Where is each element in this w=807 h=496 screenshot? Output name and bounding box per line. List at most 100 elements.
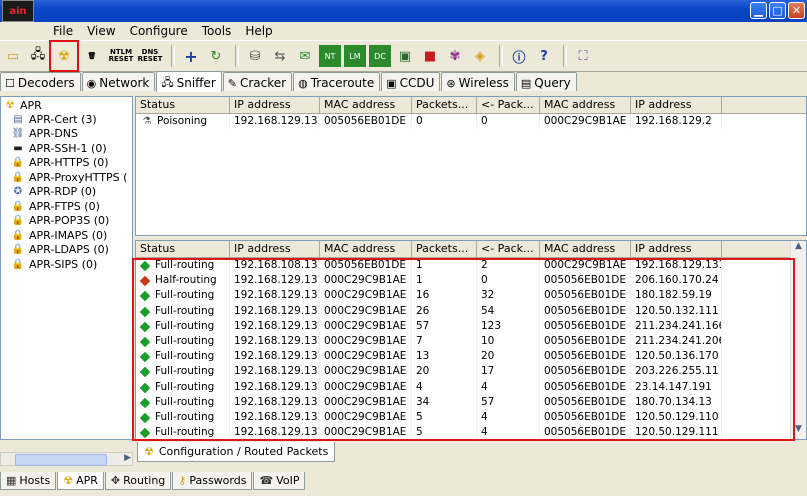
wireless-tool-icon[interactable]: ✾ xyxy=(444,45,466,67)
tab-sniffer[interactable]: 🖧 Sniffer xyxy=(156,71,222,92)
tab-traceroute[interactable]: ◍ Traceroute xyxy=(293,72,381,91)
tab-voip[interactable]: ☎ VoIP xyxy=(253,472,306,490)
col-packets-out[interactable]: Packets... xyxy=(412,97,477,113)
tab-configuration-routed-packets[interactable]: ☢ Configuration / Routed Packets xyxy=(137,442,335,462)
close-button[interactable]: ✕ xyxy=(788,2,805,19)
table-row[interactable]: Full-routing 192.168.129.131 000C29C9B1AE 4… xyxy=(136,379,806,395)
app-icon[interactable]: ain xyxy=(2,0,34,22)
routing-vertical-scrollbar[interactable]: ▲ ▼ xyxy=(790,241,806,439)
col-ip-address[interactable]: IP address xyxy=(230,241,320,257)
table-row[interactable]: Full-routing 192.168.129.131 000C29C9B1AE 5… xyxy=(136,318,806,334)
menu-configure[interactable]: Configure xyxy=(123,22,195,40)
tab-passwords[interactable]: ⚷ Passwords xyxy=(172,472,253,490)
table-row[interactable]: ⚗ Poisoning 192.168.129.131 005056EB01DE … xyxy=(136,114,806,130)
tree-item-apr-pop3s[interactable]: 🔒 APR-POP3S (0) xyxy=(1,214,132,229)
hash-calc-icon[interactable]: DC xyxy=(369,45,391,67)
tree-item-apr-rdp[interactable]: ✪ APR-RDP (0) xyxy=(1,185,132,200)
tree-item-label: APR-Cert (3) xyxy=(29,112,97,126)
dictionary-icon[interactable]: ▣ xyxy=(394,45,416,67)
sniffer-toggle-icon[interactable]: 🖧 xyxy=(27,45,49,67)
tree-horizontal-scrollbar[interactable]: ▶ xyxy=(0,452,133,466)
col-packets-in[interactable]: <- Pack... xyxy=(477,97,540,113)
tab-network[interactable]: ◉ Network xyxy=(81,72,156,91)
table-row[interactable]: Full-routing 192.168.129.131 000C29C9B1AE 2… xyxy=(136,303,806,319)
col-mac-address-2[interactable]: MAC address xyxy=(540,97,631,113)
dns-reset-button[interactable]: DNS RESET xyxy=(137,45,163,67)
refresh-icon[interactable]: ↻ xyxy=(205,45,227,67)
tab-decoders[interactable]: ☐ Decoders xyxy=(0,72,81,91)
help-icon[interactable]: ? xyxy=(533,45,555,67)
menu-tools[interactable]: Tools xyxy=(195,22,239,40)
report-icon[interactable]: ◈ xyxy=(469,45,491,67)
tab-query[interactable]: ▤ Query xyxy=(515,72,577,91)
tree-item-apr-ftps[interactable]: 🔒 APR-FTPS (0) xyxy=(1,199,132,214)
tree-item-apr-ssh[interactable]: ▬ APR-SSH-1 (0) xyxy=(1,141,132,156)
add-icon[interactable]: + xyxy=(180,45,202,67)
table-row[interactable]: Full-routing 192.168.129.131 000C29C9B1AE 7… xyxy=(136,333,806,350)
col-mac-address-2[interactable]: MAC address xyxy=(540,241,631,257)
col-mac-address[interactable]: MAC address xyxy=(320,97,412,113)
full-routing-icon xyxy=(140,290,152,301)
tree-item-label: APR-SIPS (0) xyxy=(29,257,98,271)
table-row[interactable]: Full-routing 192.168.129.131 000C29C9B1AE 5… xyxy=(136,425,806,439)
cell-ip-2: 192.168.129.2 xyxy=(631,114,722,130)
menu-help[interactable]: Help xyxy=(238,22,279,40)
table-row[interactable]: Full-routing 192.168.129.131 000C29C9B1AE 3… xyxy=(136,394,806,410)
table-row[interactable]: Full-routing 192.168.129.131 000C29C9B1AE 5… xyxy=(136,409,806,426)
table-row[interactable]: Full-routing 192.168.129.131 000C29C9B1AE 1… xyxy=(136,349,806,365)
tree-item-apr-dns[interactable]: ⛓ APR-DNS xyxy=(1,127,132,142)
tree-item-apr-cert[interactable]: ▤ APR-Cert (3) xyxy=(1,112,132,127)
menu-view[interactable]: View xyxy=(80,22,122,40)
cell-status: Full-routing xyxy=(136,409,230,426)
tree-item-apr-ldaps[interactable]: 🔒 APR-LDAPS (0) xyxy=(1,243,132,258)
maximize-button[interactable]: □ xyxy=(769,2,786,19)
delete-all-icon[interactable]: 🗑 xyxy=(79,45,105,67)
info-icon[interactable]: ⓘ xyxy=(508,45,530,67)
table-header: Status IP address MAC address Packets...… xyxy=(136,97,806,114)
col-mac-address[interactable]: MAC address xyxy=(320,241,412,257)
tree-root-apr[interactable]: ☢ APR xyxy=(1,97,132,112)
tree-item-apr-proxyhttps[interactable]: 🔒 APR-ProxyHTTPS ( xyxy=(1,170,132,185)
apr-tree: ☢ APR ▤ APR-Cert (3) ⛓ APR-DNS ▬ APR-SSH-1 … xyxy=(0,96,133,440)
exit-icon[interactable]: ⛶ xyxy=(572,45,594,67)
open-icon[interactable]: ▭ xyxy=(2,45,24,67)
tab-ccdu[interactable]: ▣ CCDU xyxy=(381,72,441,91)
scroll-right-icon[interactable]: ▶ xyxy=(124,453,131,463)
scrollbar-thumb[interactable] xyxy=(15,454,107,466)
route-icon[interactable]: ⇆ xyxy=(269,45,291,67)
stop-icon[interactable]: ■ xyxy=(419,45,441,67)
scroll-up-icon[interactable]: ▲ xyxy=(791,241,806,256)
ntlm-reset-button[interactable]: NTLM RESET xyxy=(108,45,134,67)
lm-hash-icon[interactable]: LM xyxy=(344,45,366,67)
toolbar: ▭ 🖧 ☢ 🗑 NTLM RESET DNS RESET + ↻ ⛁ ⇆ ✉ N… xyxy=(0,40,807,72)
col-packets-in[interactable]: <- Pack... xyxy=(477,241,540,257)
table-row[interactable]: Full-routing 192.168.129.131 000C29C9B1AE 1… xyxy=(136,288,806,304)
col-status[interactable]: Status xyxy=(136,97,230,113)
tree-item-apr-imaps[interactable]: 🔒 APR-IMAPS (0) xyxy=(1,228,132,243)
table-row[interactable]: Full-routing 192.168.108.131 005056EB01DE 1… xyxy=(136,258,806,274)
tab-wireless[interactable]: ⊛ Wireless xyxy=(441,72,515,91)
col-ip-address[interactable]: IP address xyxy=(230,97,320,113)
cell-ip-2: 120.50.129.110 xyxy=(631,409,722,426)
tab-routing[interactable]: ✥ Routing xyxy=(104,472,172,490)
tree-item-apr-https[interactable]: 🔒 APR-HTTPS (0) xyxy=(1,156,132,171)
col-packets-out[interactable]: Packets... xyxy=(412,241,477,257)
tree-item-apr-sips[interactable]: 🔒 APR-SIPS (0) xyxy=(1,257,132,272)
scroll-down-icon[interactable]: ▼ xyxy=(791,424,806,439)
minimize-button[interactable]: ▁ xyxy=(750,2,767,19)
col-ip-address-2[interactable]: IP address xyxy=(631,97,722,113)
tab-apr[interactable]: ☢ APR xyxy=(57,472,104,490)
ntlm-icon[interactable]: ✉ xyxy=(294,45,316,67)
network-scan-icon[interactable]: ⛁ xyxy=(244,45,266,67)
ntlm-hash-icon[interactable]: NT xyxy=(319,45,341,67)
table-row[interactable]: Half-routing 192.168.129.131 000C29C9B1AE 1… xyxy=(136,273,806,289)
tab-hosts[interactable]: ▦ Hosts xyxy=(0,472,57,490)
tab-cracker[interactable]: ✎ Cracker xyxy=(222,72,293,91)
cell-status: Full-routing xyxy=(136,333,230,350)
col-ip-address-2[interactable]: IP address xyxy=(631,241,722,257)
col-status[interactable]: Status xyxy=(136,241,230,257)
cell-mac-2: 000C29C9B1AE xyxy=(540,114,631,130)
table-row[interactable]: Full-routing 192.168.129.131 000C29C9B1AE 2… xyxy=(136,364,806,380)
apr-toggle-icon[interactable]: ☢ xyxy=(49,40,79,72)
menu-file[interactable]: File xyxy=(46,22,80,40)
